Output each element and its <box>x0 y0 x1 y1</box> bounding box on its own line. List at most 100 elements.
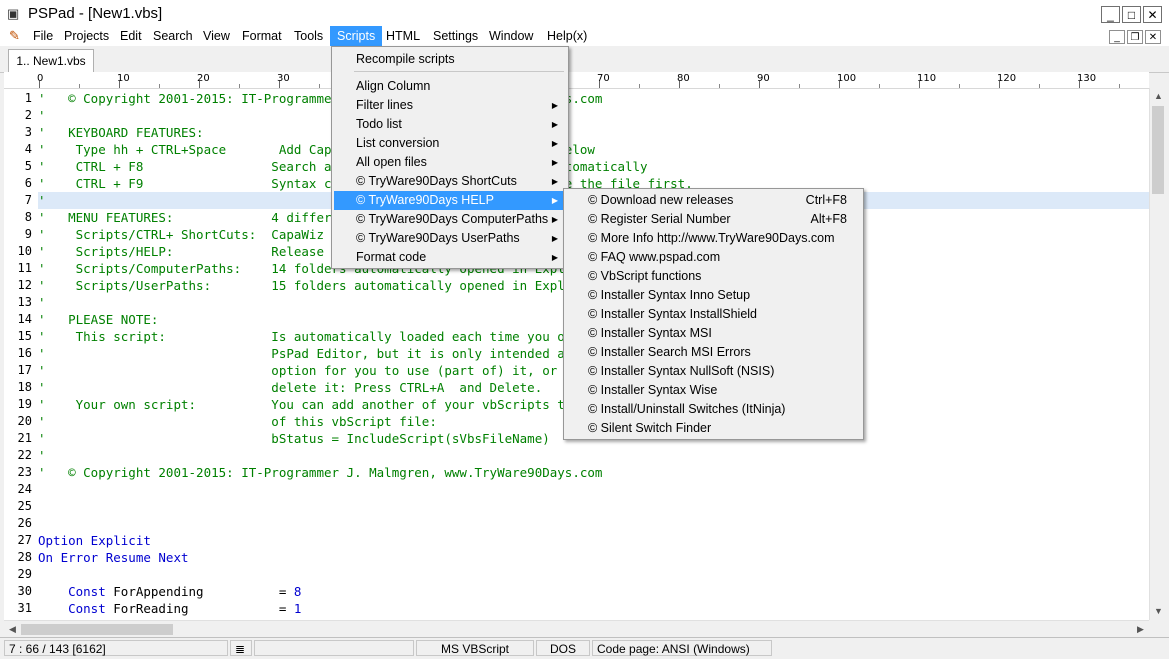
help-menu-item-register-serial-number[interactable]: © Register Serial Number Alt+F8 <box>566 210 861 229</box>
code-line: ' <box>38 294 46 310</box>
scroll-down-icon[interactable]: ▼ <box>1150 603 1167 620</box>
menu-settings[interactable]: Settings <box>426 26 485 46</box>
scripts-menu-item-tryware90days-computerpaths[interactable]: © TryWare90Days ComputerPaths ▶ <box>334 210 566 229</box>
line-number: 1 <box>24 90 32 105</box>
help-menu-item-installer-syntax-installshield[interactable]: © Installer Syntax InstallShield <box>566 305 861 324</box>
menu-format[interactable]: Format <box>235 26 289 46</box>
code-page[interactable]: Code page: ANSI (Windows) <box>592 640 772 656</box>
line-number: 14 <box>17 311 32 326</box>
scripts-menu: Recompile scripts Align Column Filter line… <box>331 46 569 269</box>
menu-edit[interactable]: Edit <box>113 26 149 46</box>
menu-item-label: © Installer Search MSI Errors <box>588 345 751 359</box>
scripts-menu-item-tryware90days-shortcuts[interactable]: © TryWare90Days ShortCuts ▶ <box>334 172 566 191</box>
scripts-menu-item-filter-lines[interactable]: Filter lines ▶ <box>334 96 566 115</box>
code-line: ' <box>38 447 46 463</box>
code-line: ' Your own script: You can add another o… <box>38 396 633 412</box>
menu-search[interactable]: Search <box>146 26 200 46</box>
horizontal-scroll-thumb[interactable] <box>21 624 173 635</box>
scripts-menu-item-todo-list[interactable]: Todo list ▶ <box>334 115 566 134</box>
code-line: ' bStatus = IncludeScript(sVbsFileName) <box>38 430 550 446</box>
menu-item-label: © TryWare90Days HELP <box>356 193 494 207</box>
scripts-menu-item-list-conversion[interactable]: List conversion ▶ <box>334 134 566 153</box>
code-line: ' © Copyright 2001-2015: IT-Programmer J… <box>38 464 603 480</box>
pspad-app-icon[interactable]: ▣ <box>7 6 19 22</box>
menu-item-label: © VbScript functions <box>588 269 702 283</box>
menu-window[interactable]: Window <box>482 26 540 46</box>
ruler-label: 100 <box>837 73 857 84</box>
line-ending-format[interactable]: DOS <box>536 640 590 656</box>
menu-item-shortcut: Alt+F8 <box>810 212 847 226</box>
submenu-arrow-icon: ▶ <box>551 101 558 110</box>
help-menu-item-silent-switch-finder[interactable]: © Silent Switch Finder <box>566 419 861 438</box>
scripts-menu-item-all-open-files[interactable]: All open files ▶ <box>334 153 566 172</box>
word-wrap-icon[interactable]: ≣ <box>230 640 252 656</box>
line-number: 26 <box>17 515 32 530</box>
menu-projects[interactable]: Projects <box>57 26 116 46</box>
menu-item-label: © TryWare90Days ShortCuts <box>356 174 517 188</box>
submenu-arrow-icon: ▶ <box>551 139 558 148</box>
help-menu-item-installer-syntax-msi[interactable]: © Installer Syntax MSI <box>566 324 861 343</box>
scroll-up-icon[interactable]: ▲ <box>1150 88 1167 105</box>
code-line: On Error Resume Next <box>38 549 189 565</box>
close-button[interactable]: ✕ <box>1143 6 1162 23</box>
help-menu-item-more-info-http-www-tryware90days-com[interactable]: © More Info http://www.TryWare90Days.com <box>566 229 861 248</box>
scripts-menu-item-recompile-scripts[interactable]: Recompile scripts <box>334 50 566 69</box>
code-line: Option Explicit <box>38 532 151 548</box>
line-number: 10 <box>17 243 32 258</box>
mdi-restore-button[interactable]: ❐ <box>1127 30 1143 44</box>
help-menu-item-installer-syntax-wise[interactable]: © Installer Syntax Wise <box>566 381 861 400</box>
help-submenu: © Download new releases Ctrl+F8 © Register… <box>563 188 864 440</box>
help-menu-item-faq-www-pspad-com[interactable]: © FAQ www.pspad.com <box>566 248 861 267</box>
line-number: 28 <box>17 549 32 564</box>
scroll-right-icon[interactable]: ▶ <box>1132 621 1149 638</box>
submenu-arrow-icon: ▶ <box>551 158 558 167</box>
menu-file[interactable]: File <box>26 26 60 46</box>
line-number: 18 <box>17 379 32 394</box>
maximize-button[interactable]: □ <box>1122 6 1141 23</box>
submenu-arrow-icon: ▶ <box>551 177 558 186</box>
menu-item-label: © TryWare90Days UserPaths <box>356 231 520 245</box>
title-bar: ▣ PSPad - [New1.vbs] _ □ ✕ <box>0 0 1169 28</box>
tab-new1-vbs[interactable]: 1.. New1.vbs <box>8 49 94 72</box>
scripts-menu-item-tryware90days-help[interactable]: © TryWare90Days HELP ▶ <box>334 191 566 210</box>
minimize-button[interactable]: _ <box>1101 6 1120 23</box>
line-number: 30 <box>17 583 32 598</box>
vertical-scroll-thumb[interactable] <box>1152 106 1164 194</box>
menu-item-label: © Download new releases <box>588 193 734 207</box>
vertical-scrollbar[interactable]: ▲ ▼ <box>1149 88 1167 620</box>
submenu-arrow-icon: ▶ <box>551 215 558 224</box>
menu-scripts[interactable]: Scripts <box>330 26 383 46</box>
line-number: 22 <box>17 447 32 462</box>
help-menu-item-installer-search-msi-errors[interactable]: © Installer Search MSI Errors <box>566 343 861 362</box>
scripts-menu-item-tryware90days-userpaths[interactable]: © TryWare90Days UserPaths ▶ <box>334 229 566 248</box>
scroll-left-icon[interactable]: ◀ <box>4 621 21 638</box>
menu-view[interactable]: View <box>196 26 237 46</box>
line-number: 11 <box>17 260 32 275</box>
help-menu-item-vbscript-functions[interactable]: © VbScript functions <box>566 267 861 286</box>
help-menu-item-installer-syntax-inno-setup[interactable]: © Installer Syntax Inno Setup <box>566 286 861 305</box>
syntax-language[interactable]: MS VBScript <box>416 640 534 656</box>
menu-item-label: © Installer Syntax InstallShield <box>588 307 758 321</box>
menu-tools[interactable]: Tools <box>287 26 330 46</box>
line-number: 24 <box>17 481 32 496</box>
ruler-label: 80 <box>677 73 690 84</box>
help-menu-item-download-new-releases[interactable]: © Download new releases Ctrl+F8 <box>566 191 861 210</box>
menu-help-x-[interactable]: Help(x) <box>540 26 594 46</box>
help-menu-item-installer-syntax-nullsoft-nsis[interactable]: © Installer Syntax NullSoft (NSIS) <box>566 362 861 381</box>
menu-item-label: © Installer Syntax Wise <box>588 383 718 397</box>
mdi-close-button[interactable]: ✕ <box>1145 30 1161 44</box>
ruler-label: 130 <box>1077 73 1097 84</box>
menu-html[interactable]: HTML <box>379 26 427 46</box>
menu-item-label: All open files <box>356 155 427 169</box>
document-icon[interactable]: ✎ <box>9 28 20 44</box>
line-number: 29 <box>17 566 32 581</box>
mdi-minimize-button[interactable]: _ <box>1109 30 1125 44</box>
horizontal-scrollbar[interactable]: ◀ ▶ <box>4 620 1149 638</box>
menu-item-label: © Silent Switch Finder <box>588 421 712 435</box>
help-menu-item-install-uninstall-switches-itninja[interactable]: © Install/Uninstall Switches (ItNinja) <box>566 400 861 419</box>
submenu-arrow-icon: ▶ <box>551 253 558 262</box>
scripts-menu-item-align-column[interactable]: Align Column <box>334 77 566 96</box>
scripts-menu-item-format-code[interactable]: Format code ▶ <box>334 248 566 267</box>
line-number-gutter: 1 2 3 4 5 6 7 8 9 10 11 12 13 14 15 16 17 18 19 20 21 22 23 24 2… <box>4 89 34 620</box>
line-number: 16 <box>17 345 32 360</box>
